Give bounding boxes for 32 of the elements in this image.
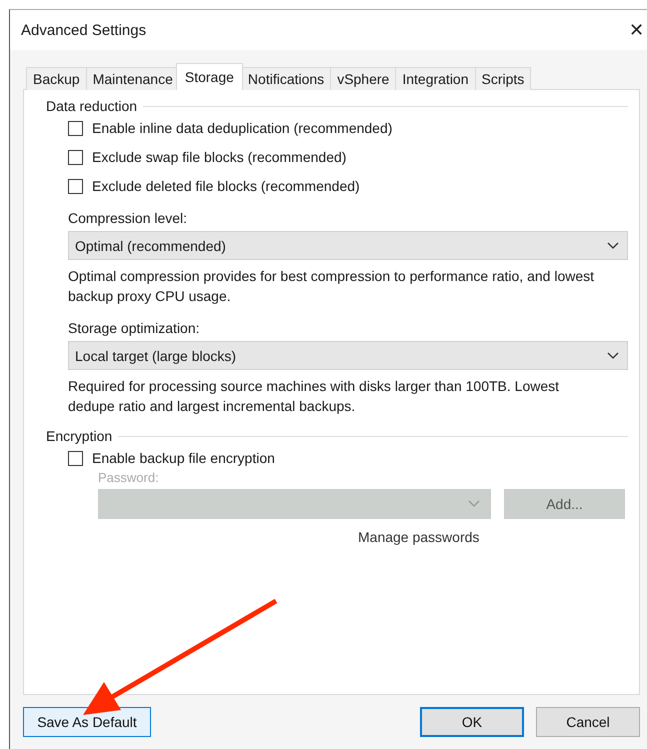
tab[interactable]: Integration [395,67,476,90]
tab[interactable]: Backup [26,67,87,90]
checkbox[interactable] [68,150,83,164]
dropdown[interactable]: Optimal (recommended) [68,231,628,260]
field-description: Required for processing source machines with disks larger than 100TB. Lowest dedupe ratio and largest incremental backups. [68,377,560,416]
checkbox-label: Enable inline data deduplication (recommended) [92,120,392,136]
checkbox-label: Exclude swap file blocks (recommended) [92,149,346,165]
manage-passwords-link[interactable]: Manage passwords [358,529,480,545]
chevron-down-icon [607,242,619,250]
chevron-down-icon [468,500,480,508]
checkbox-label: Exclude deleted file blocks (recommended) [92,178,360,194]
tab[interactable]: Storage [176,63,243,90]
dropdown[interactable]: Local target (large blocks) [68,341,628,370]
cancel-button[interactable]: Cancel [536,707,640,737]
ok-button[interactable]: OK [420,707,524,737]
field-description: Optimal compression provides for best compression to performance ratio, and lowest backup proxy CPU usage. [68,267,596,306]
tab[interactable]: vSphere [330,67,396,90]
chevron-down-icon [607,352,619,360]
tab[interactable]: Notifications [240,67,332,90]
checkbox-label: Enable backup file encryption [92,450,275,466]
group-title: Encryption [46,428,112,444]
close-button[interactable]: ✕ [629,19,644,41]
checkbox[interactable] [68,120,83,136]
save-as-default-button[interactable]: Save As Default [23,707,151,737]
checkbox[interactable] [68,178,83,194]
checkbox[interactable] [68,450,83,466]
field-label: Compression level: [68,210,188,226]
window-title: Advanced Settings [21,22,146,38]
field-label: Password: [98,470,160,485]
field-label: Storage optimization: [68,320,201,336]
group-title: Data reduction [46,98,138,114]
tab[interactable]: Scripts [474,67,532,90]
